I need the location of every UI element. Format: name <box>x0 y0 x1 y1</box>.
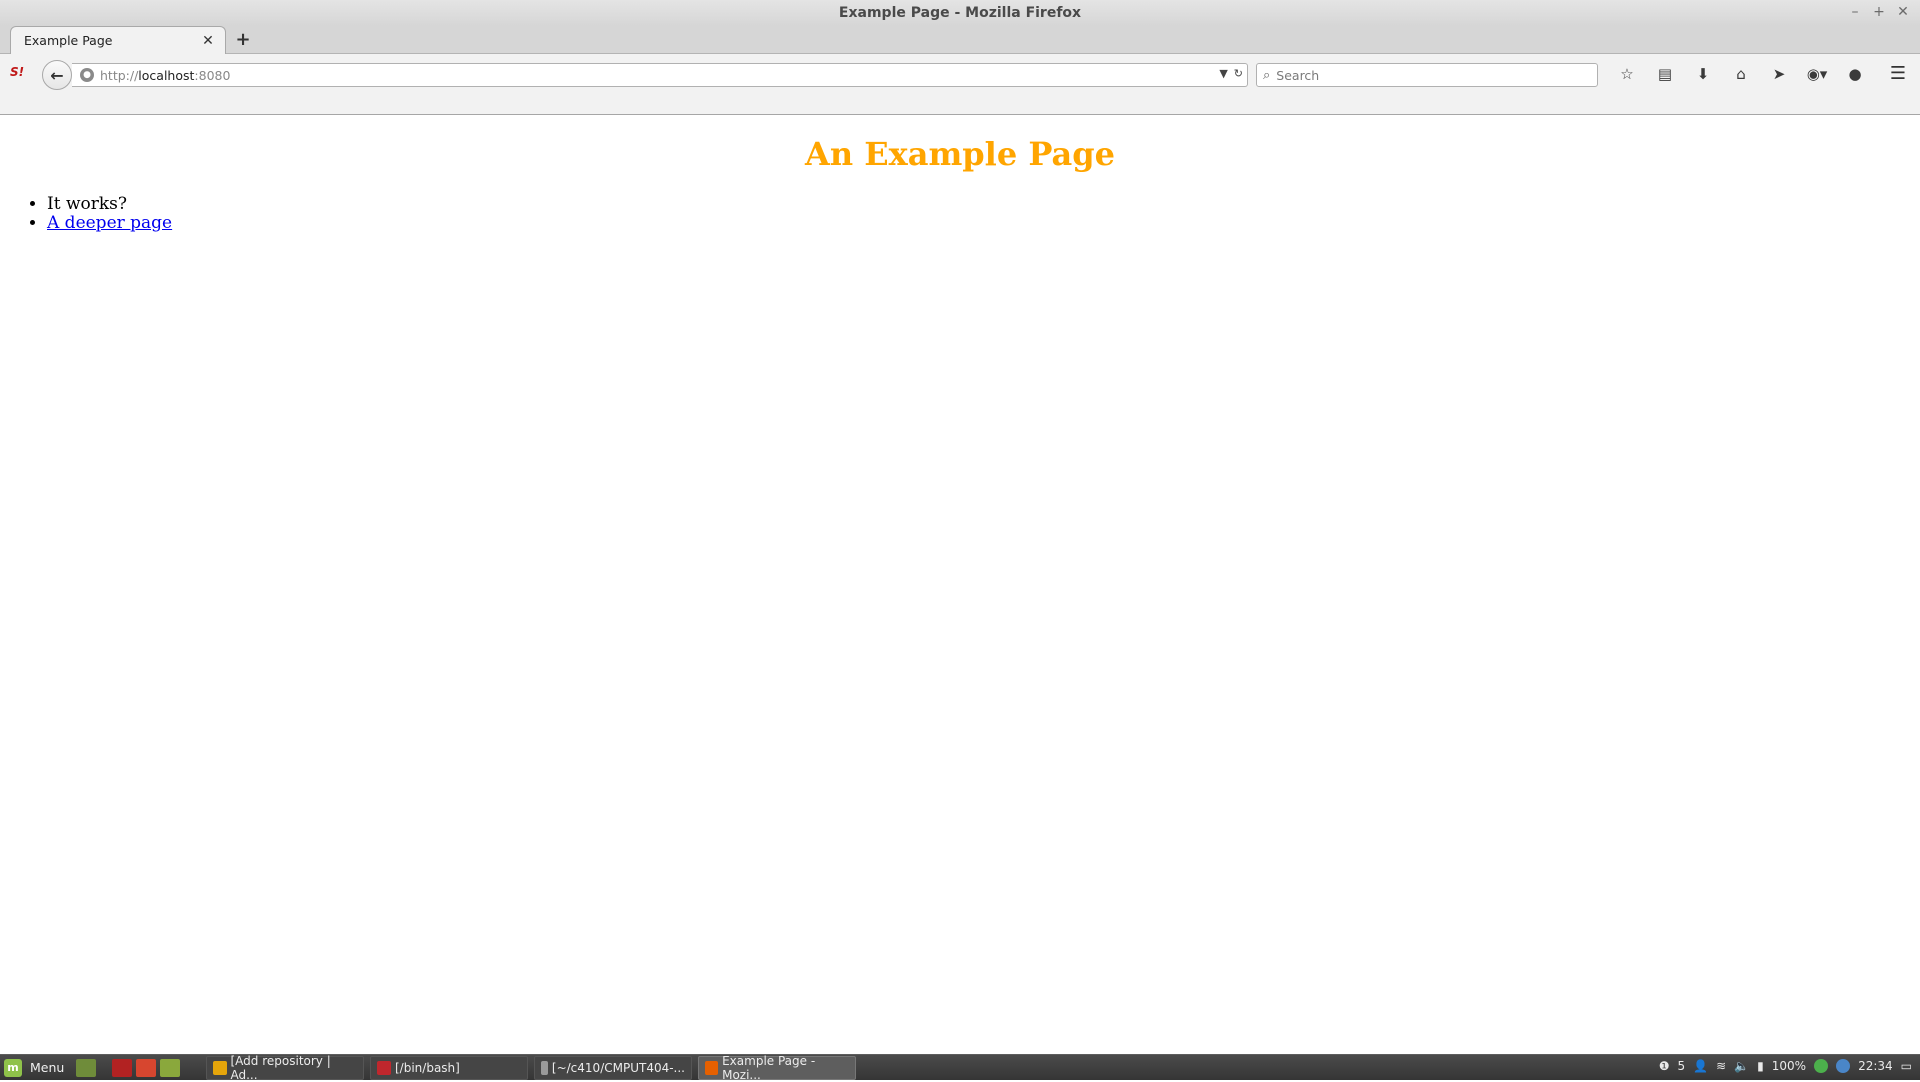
menu-label: Menu <box>30 1060 65 1075</box>
send-icon[interactable]: ➤ <box>1760 64 1798 84</box>
chat-icon[interactable]: ● <box>1836 64 1874 84</box>
taskbar-item-label: [/bin/bash] <box>395 1060 460 1075</box>
taskbar-item-label: [Add repository | Ad... <box>230 1053 331 1082</box>
start-menu-button[interactable]: m Menu <box>0 1058 74 1077</box>
url-actions: ▼ ↻ <box>1219 67 1243 80</box>
new-tab-button[interactable]: + <box>233 30 253 50</box>
terminal-launcher-icon[interactable] <box>112 1058 132 1077</box>
url-port: :8080 <box>194 67 231 83</box>
minimize-button[interactable]: – <box>1848 3 1862 21</box>
taskbar-item-browser[interactable]: [Add repository | Ad... <box>206 1053 364 1082</box>
window-titlebar: Example Page - Mozilla Firefox – + ✕ <box>0 0 1920 26</box>
volume-icon[interactable]: 🔈 <box>1734 1059 1749 1073</box>
taskbar-item-label: [~/c410/CMPUT404-... <box>551 1060 685 1075</box>
url-bar[interactable]: ● http://localhost:8080 ▼ ↻ <box>72 63 1248 87</box>
reload-icon[interactable]: ↻ <box>1234 67 1243 80</box>
terminal-icon <box>377 1060 391 1075</box>
shield-icon[interactable] <box>1836 1059 1851 1073</box>
files-launcher-icon[interactable] <box>160 1058 180 1077</box>
window-controls: – + ✕ <box>1848 3 1910 21</box>
system-tray: ❶ 5 👤 ≋ 🔈 ▮ 100% 22:34 ▭ <box>1659 1059 1912 1073</box>
reading-list-icon[interactable]: ▤ <box>1646 64 1684 84</box>
home-icon[interactable]: ⌂ <box>1722 64 1760 84</box>
maximize-button[interactable]: + <box>1872 3 1886 21</box>
wifi-icon[interactable]: ≋ <box>1716 1059 1726 1073</box>
mint-logo-icon: m <box>4 1058 22 1077</box>
tab-strip: Example Page ✕ + <box>0 26 1920 54</box>
history-dropdown-icon[interactable]: ▼ <box>1219 67 1227 80</box>
taskbar-item-terminal[interactable]: [/bin/bash] <box>370 1055 528 1080</box>
url-text: http://localhost:8080 <box>100 68 230 83</box>
star-icon[interactable]: ☆ <box>1608 64 1646 84</box>
navigation-toolbar: S! ← ● http://localhost:8080 ▼ ↻ ⌕ ☆ ▤ ⬇… <box>0 54 1920 94</box>
taskbar: m Menu [Add repository | Ad... [/bin/bas… <box>0 1053 1920 1082</box>
show-desktop-icon[interactable]: ▭ <box>1901 1059 1912 1073</box>
url-scheme: http:// <box>100 67 139 83</box>
editor-icon <box>541 1060 548 1075</box>
list-item: A deeper page <box>47 214 172 233</box>
taskbar-item-editor[interactable]: [~/c410/CMPUT404-... <box>534 1055 692 1080</box>
tab-example-page[interactable]: Example Page ✕ <box>10 26 226 54</box>
battery-icon[interactable]: ▮ <box>1757 1059 1764 1073</box>
page-heading: An Example Page <box>805 135 1115 173</box>
hamburger-menu-icon[interactable]: ☰ <box>1886 63 1910 85</box>
toolbar-icons: ☆ ▤ ⬇ ⌂ ➤ ◉▾ ● <box>1608 64 1874 84</box>
close-tab-icon[interactable]: ✕ <box>201 33 215 49</box>
clock[interactable]: 22:34 <box>1858 1059 1893 1073</box>
search-icon: ⌕ <box>1263 67 1271 83</box>
site-identity-icon[interactable]: ● <box>80 68 94 82</box>
firefox-icon <box>705 1060 719 1075</box>
list-item-text: It works? <box>47 194 128 214</box>
tab-label: Example Page <box>24 33 113 48</box>
quick-launch <box>76 1058 180 1077</box>
addon-logo-icon[interactable]: S! <box>10 65 28 83</box>
close-window-button[interactable]: ✕ <box>1896 3 1910 21</box>
back-button[interactable]: ← <box>42 60 72 90</box>
battery-level: 100% <box>1771 1059 1807 1073</box>
user-icon[interactable]: 👤 <box>1693 1059 1708 1073</box>
search-input[interactable] <box>1276 67 1577 83</box>
taskbar-item-label: Example Page - Mozi... <box>722 1053 816 1082</box>
url-host: localhost <box>138 67 195 83</box>
window-title: Example Page - Mozilla Firefox <box>838 5 1082 21</box>
notification-icon[interactable]: ❶ <box>1659 1059 1670 1073</box>
notification-count: 5 <box>1677 1059 1686 1073</box>
update-manager-icon[interactable] <box>1814 1059 1829 1073</box>
adblock-icon[interactable]: ◉▾ <box>1798 64 1836 84</box>
show-desktop-icon[interactable] <box>76 1058 96 1077</box>
deeper-page-link[interactable]: A deeper page <box>47 213 172 233</box>
list-item: It works? <box>47 195 172 214</box>
search-bar[interactable]: ⌕ <box>1256 63 1598 87</box>
download-icon[interactable]: ⬇ <box>1684 64 1722 84</box>
page-list: It works? A deeper page <box>47 195 172 233</box>
chrome-launcher-icon[interactable] <box>136 1058 156 1077</box>
page-content: An Example Page It works? A deeper page <box>0 115 1920 1054</box>
taskbar-item-firefox[interactable]: Example Page - Mozi... <box>698 1053 856 1082</box>
toolbar-spacer <box>0 94 1920 114</box>
chrome-icon <box>213 1060 227 1075</box>
